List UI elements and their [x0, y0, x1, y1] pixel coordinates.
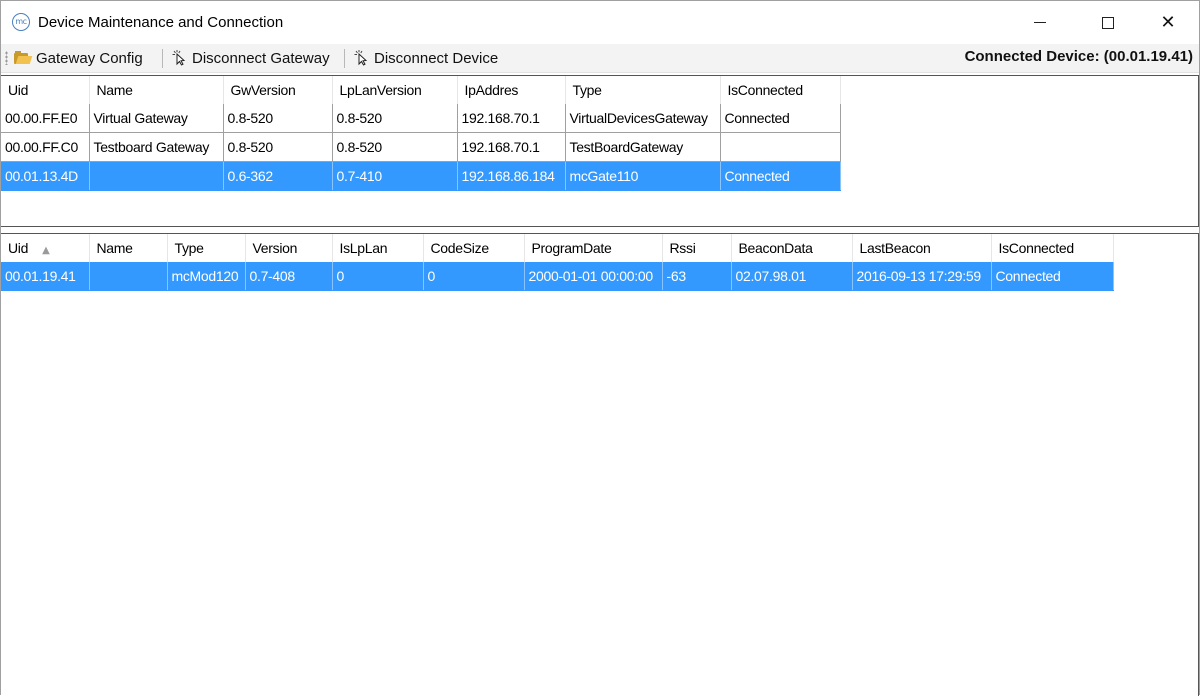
close-icon: ✕ [1160, 11, 1176, 33]
table-cell[interactable]: 0.8-520 [332, 132, 458, 162]
table-cell[interactable]: TestBoardGateway [565, 132, 721, 162]
column-header[interactable]: IpAddres [457, 76, 566, 104]
column-header[interactable]: Name [89, 76, 224, 104]
table-cell[interactable]: 0.6-362 [223, 161, 333, 191]
table-cell[interactable]: Connected [720, 161, 841, 191]
minimize-button[interactable] [1017, 1, 1063, 44]
app-window: mc Device Maintenance and Connection ✕ G… [0, 0, 1200, 696]
table-cell[interactable]: 2016-09-13 17:29:59 [852, 262, 992, 291]
column-header[interactable]: Uid [1, 76, 90, 104]
column-header[interactable]: CodeSize [423, 234, 525, 262]
column-header[interactable]: GwVersion [223, 76, 333, 104]
gateway-row[interactable]: 00.00.FF.E0 Virtual Gateway 0.8-520 0.8-… [1, 104, 841, 133]
table-cell[interactable]: -63 [662, 262, 732, 291]
column-header-label: Uid [8, 240, 29, 256]
table-cell[interactable]: 0.7-408 [245, 262, 333, 291]
minimize-icon [1034, 22, 1046, 23]
column-header[interactable]: LpLanVersion [332, 76, 458, 104]
column-header[interactable]: Name [89, 234, 168, 262]
column-header[interactable]: Type [565, 76, 721, 104]
connected-device-status: Connected Device: (00.01.19.41) [964, 48, 1193, 65]
table-cell[interactable]: 00.01.19.41 [1, 262, 90, 291]
table-cell[interactable]: Testboard Gateway [89, 132, 224, 162]
window-title: Device Maintenance and Connection [38, 14, 284, 31]
gateways-header-row: Uid Name GwVersion LpLanVersion IpAddres… [1, 76, 841, 104]
table-cell[interactable]: 192.168.86.184 [457, 161, 566, 191]
table-cell[interactable]: 0.8-520 [332, 104, 458, 133]
title-bar[interactable]: mc Device Maintenance and Connection ✕ [1, 1, 1199, 44]
table-cell[interactable]: 0.8-520 [223, 132, 333, 162]
column-header[interactable]: LastBeacon [852, 234, 992, 262]
column-header[interactable]: IsConnected [720, 76, 841, 104]
table-cell[interactable]: 0 [332, 262, 424, 291]
devices-header-row: Uid ▲ Name Type Version IsLpLan CodeSize … [1, 234, 1114, 262]
table-cell[interactable]: 00.00.FF.E0 [1, 104, 90, 133]
gateways-grid[interactable]: Uid Name GwVersion LpLanVersion IpAddres… [1, 75, 1199, 227]
gateway-row-selected[interactable]: 00.01.13.4D 0.6-362 0.7-410 192.168.86.1… [1, 161, 841, 191]
table-cell[interactable]: 192.168.70.1 [457, 104, 566, 133]
app-logo-icon: mc [12, 13, 30, 31]
gateway-config-label: Gateway Config [36, 49, 143, 67]
table-cell[interactable]: mcGate110 [565, 161, 721, 191]
pointer-click-icon [172, 50, 186, 66]
toolbar-grip-icon[interactable] [5, 51, 8, 65]
column-header[interactable]: Type [167, 234, 246, 262]
table-cell[interactable]: 0 [423, 262, 525, 291]
disconnect-gateway-button[interactable]: Disconnect Gateway [172, 48, 330, 68]
close-button[interactable]: ✕ [1145, 1, 1191, 44]
disconnect-gateway-label: Disconnect Gateway [192, 49, 330, 67]
table-cell[interactable]: 00.01.13.4D [1, 161, 90, 191]
column-header[interactable]: ProgramDate [524, 234, 663, 262]
table-cell[interactable]: VirtualDevicesGateway [565, 104, 721, 133]
table-cell[interactable]: Connected [720, 104, 841, 133]
table-cell[interactable] [720, 132, 841, 162]
table-cell[interactable] [89, 161, 224, 191]
table-cell[interactable]: Connected [991, 262, 1114, 291]
toolbar-separator [344, 49, 345, 68]
toolbar: Gateway Config Disconnect Gateway Discon… [1, 44, 1199, 73]
column-header[interactable]: Rssi [662, 234, 732, 262]
disconnect-device-button[interactable]: Disconnect Device [354, 48, 498, 68]
column-header[interactable]: IsLpLan [332, 234, 424, 262]
table-cell[interactable]: 0.7-410 [332, 161, 458, 191]
open-folder-icon [14, 51, 33, 65]
disconnect-device-label: Disconnect Device [374, 49, 499, 67]
table-cell[interactable]: mcMod120 [167, 262, 246, 291]
device-row-selected[interactable]: 00.01.19.41 mcMod120 0.7-408 0 0 2000-01… [1, 262, 1114, 291]
gateway-row[interactable]: 00.00.FF.C0 Testboard Gateway 0.8-520 0.… [1, 132, 841, 162]
pointer-click-icon [354, 50, 368, 66]
devices-grid[interactable]: Uid ▲ Name Type Version IsLpLan CodeSize … [1, 233, 1199, 696]
table-cell[interactable]: 00.00.FF.C0 [1, 132, 90, 162]
toolbar-separator [162, 49, 163, 68]
gateway-config-button[interactable]: Gateway Config [14, 48, 143, 68]
table-cell[interactable]: 2000-01-01 00:00:00 [524, 262, 663, 291]
column-header[interactable]: Version [245, 234, 333, 262]
table-cell[interactable]: 0.8-520 [223, 104, 333, 133]
column-header[interactable]: IsConnected [991, 234, 1114, 262]
sort-ascending-icon: ▲ [42, 245, 50, 256]
column-header-sorted[interactable]: Uid ▲ [1, 234, 90, 262]
table-cell[interactable]: Virtual Gateway [89, 104, 224, 133]
maximize-icon [1102, 16, 1114, 29]
column-header[interactable]: BeaconData [731, 234, 853, 262]
table-cell[interactable]: 192.168.70.1 [457, 132, 566, 162]
table-cell[interactable]: 02.07.98.01 [731, 262, 853, 291]
table-cell[interactable] [89, 262, 168, 291]
maximize-button[interactable] [1085, 1, 1131, 44]
